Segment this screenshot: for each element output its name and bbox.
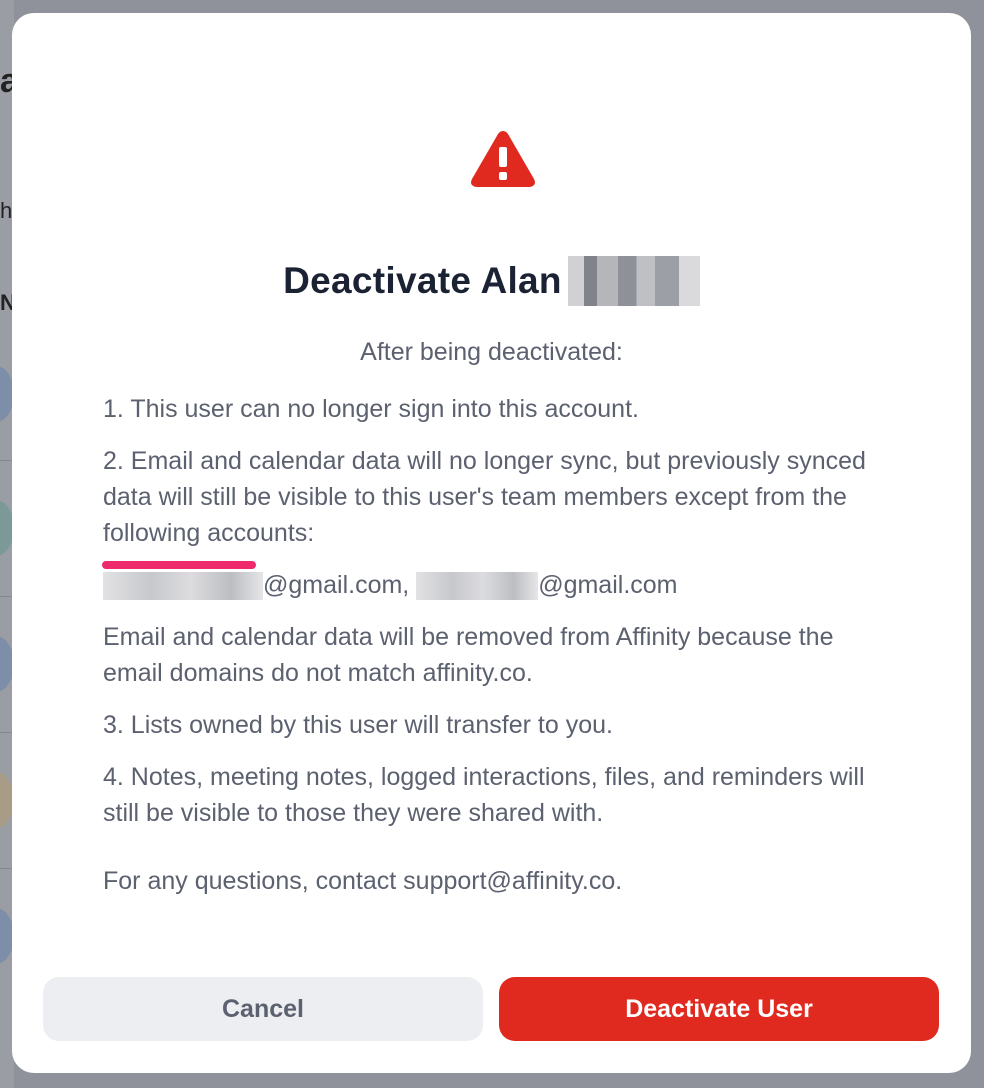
deactivate-user-button[interactable]: Deactivate User [499, 977, 939, 1041]
consequence-item-1: 1. This user can no longer sign into thi… [103, 395, 639, 423]
background-text-fragment: h [0, 198, 13, 223]
cancel-button[interactable]: Cancel [43, 977, 483, 1041]
email-1-domain: @gmail.com, [263, 571, 410, 599]
consequence-item-3: 3. Lists owned by this user will transfe… [103, 711, 613, 739]
redacted-surname [567, 256, 700, 306]
email-2-domain: @gmail.com [538, 571, 678, 599]
dialog-subtitle: After being deactivated: [360, 338, 623, 366]
support-contact: For any questions, contact support@affin… [103, 867, 623, 895]
consequence-item-4: 4. Notes, meeting notes, logged interact… [103, 763, 865, 827]
dialog-title: Deactivate Alan [12, 256, 971, 306]
dialog-title-text: Deactivate Alan [283, 260, 562, 301]
redacted-email-local [103, 572, 263, 601]
removal-note: Email and calendar data will be removed … [103, 623, 834, 687]
redacted-email-local [416, 572, 539, 601]
excluded-accounts: @gmail.com, @gmail.com [103, 567, 893, 603]
consequence-item-2: 2. Email and calendar data will no longe… [103, 447, 866, 547]
warning-triangle-icon [471, 131, 535, 187]
deactivate-user-dialog: Deactivate Alan After being deactivated:… [12, 13, 971, 1073]
